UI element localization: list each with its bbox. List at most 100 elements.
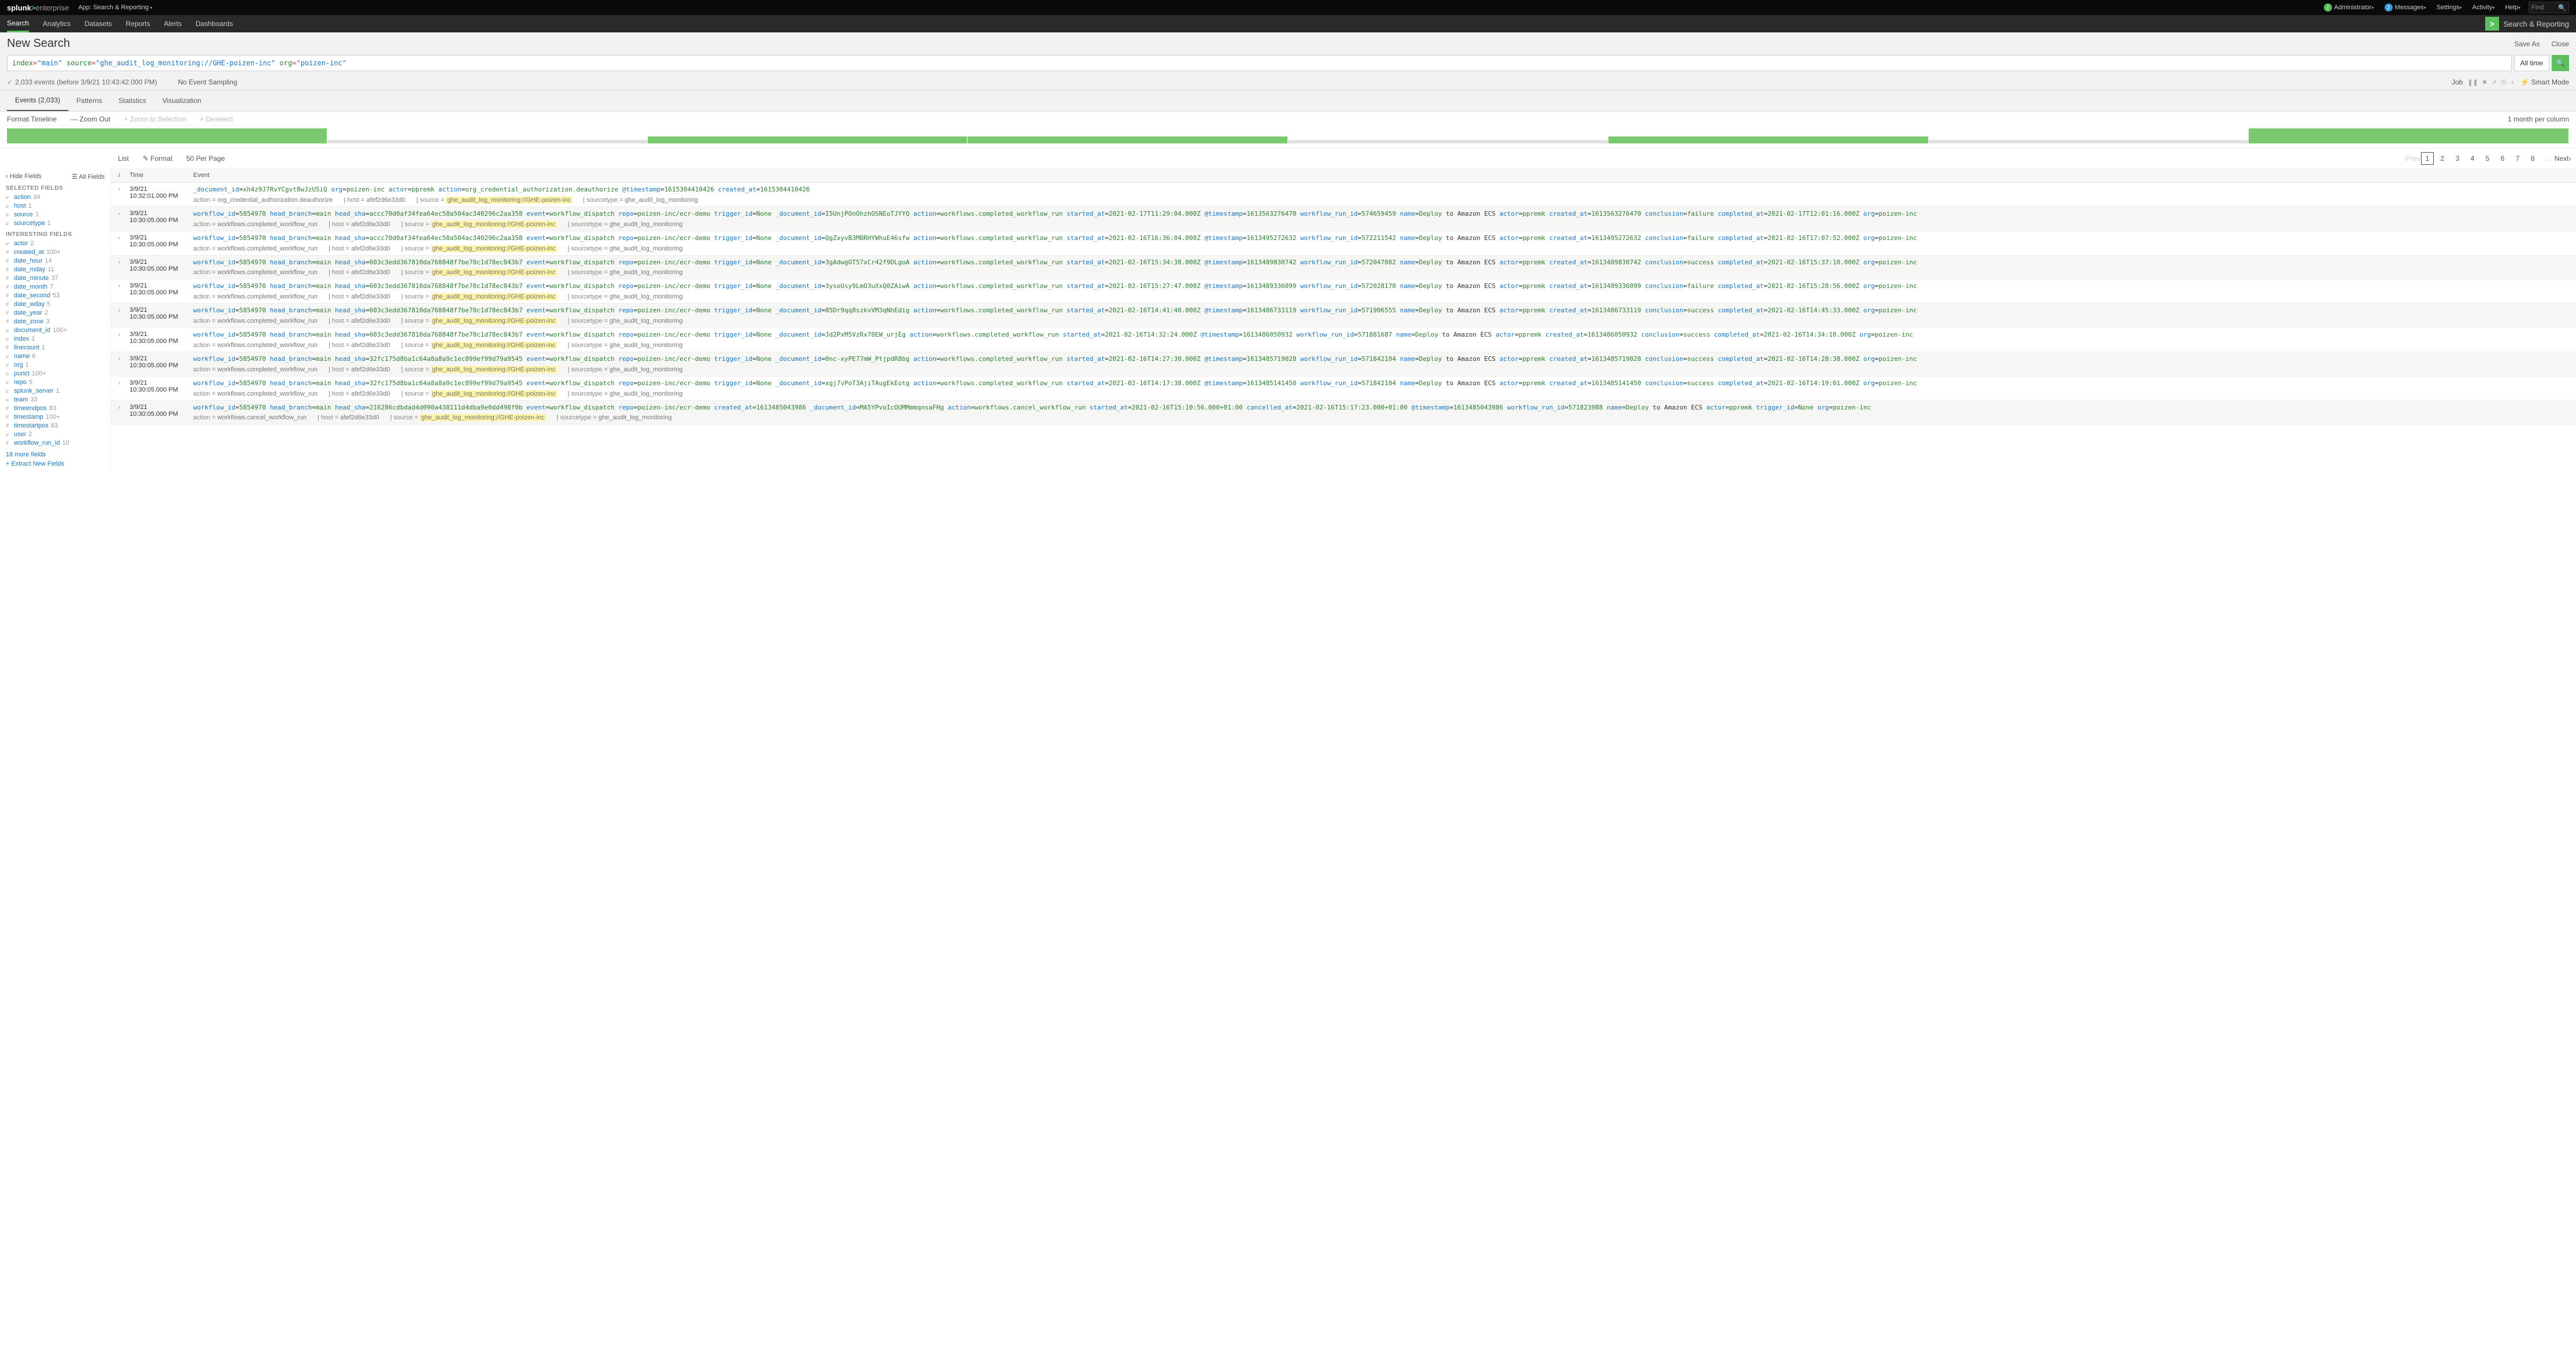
tag-action[interactable]: action = workflows.completed_workflow_ru… — [193, 293, 318, 300]
event-raw[interactable]: workflow_id=5854970 head_branch=main hea… — [193, 234, 2574, 243]
nav-tab-reports[interactable]: Reports — [126, 15, 150, 32]
tag-action[interactable]: action = workflows.cancel_workflow_run — [193, 414, 307, 421]
tag-sourcetype[interactable]: sourcetype = ghe_audit_log_monitoring — [571, 269, 682, 276]
zoom-out-button[interactable]: — Zoom Out — [71, 115, 110, 123]
more-fields-link[interactable]: 18 more fields — [6, 451, 105, 458]
field-team[interactable]: ateam33 — [6, 396, 105, 403]
timeline-bar[interactable] — [2249, 128, 2568, 143]
page-2[interactable]: 2 — [2436, 152, 2449, 165]
event-raw[interactable]: workflow_id=5854970 head_branch=main hea… — [193, 210, 2574, 219]
tag-source[interactable]: source = ghe_audit_log_monitoring://GHE-… — [394, 414, 546, 421]
job-dropdown[interactable]: Job — [2452, 78, 2463, 86]
field-sourcetype[interactable]: asourcetype1 — [6, 220, 105, 227]
tag-action[interactable]: action = workflows.completed_workflow_ru… — [193, 245, 318, 252]
expand-icon[interactable]: › — [111, 378, 127, 399]
tag-host[interactable]: host = afef2d6e33d0 — [332, 269, 390, 276]
pause-icon[interactable]: ❚❚ — [2467, 79, 2478, 86]
format-timeline-dropdown[interactable]: Format Timeline — [7, 115, 57, 123]
tag-sourcetype[interactable]: sourcetype = ghe_audit_log_monitoring — [571, 245, 682, 252]
field-linecount[interactable]: #linecount1 — [6, 344, 105, 351]
tag-host[interactable]: host = afef2d6e33d0 — [332, 293, 390, 300]
nav-tab-datasets[interactable]: Datasets — [84, 15, 112, 32]
timeline[interactable] — [0, 127, 2576, 149]
tag-source[interactable]: source = ghe_audit_log_monitoring://GHE-… — [405, 390, 557, 397]
expand-icon[interactable]: › — [111, 354, 127, 374]
field-date_hour[interactable]: #date_hour14 — [6, 257, 105, 264]
timeline-bar[interactable] — [7, 128, 327, 143]
tag-action[interactable]: action = workflows.completed_workflow_ru… — [193, 342, 318, 349]
tag-source[interactable]: source = ghe_audit_log_monitoring://GHE-… — [405, 269, 557, 276]
tab-patterns[interactable]: Patterns — [68, 91, 110, 110]
field-punct[interactable]: apunct100+ — [6, 370, 105, 377]
timeline-bar[interactable] — [1929, 140, 2249, 143]
expand-icon[interactable]: › — [111, 185, 127, 205]
tag-host[interactable]: host = afef2d6e33d0 — [332, 390, 390, 397]
expand-icon[interactable]: › — [111, 330, 127, 350]
timeline-bar[interactable] — [968, 136, 1287, 143]
app-selector[interactable]: App: Search & Reporting — [78, 4, 152, 11]
tag-sourcetype[interactable]: sourcetype = ghe_audit_log_monitoring — [560, 414, 672, 421]
export-icon[interactable]: ⤓ — [2511, 79, 2514, 86]
tag-source[interactable]: source = ghe_audit_log_monitoring://GHE-… — [405, 366, 557, 373]
field-date_minute[interactable]: #date_minute37 — [6, 275, 105, 282]
timeline-bar[interactable] — [648, 136, 968, 143]
field-workflow_run_id[interactable]: #workflow_run_id10 — [6, 440, 105, 447]
field-splunk_server[interactable]: asplunk_server1 — [6, 388, 105, 394]
event-raw[interactable]: workflow_id=5854970 head_branch=main hea… — [193, 307, 2574, 315]
nav-tab-analytics[interactable]: Analytics — [43, 15, 71, 32]
find-input[interactable]: Find🔍 — [2529, 2, 2569, 13]
tag-host[interactable]: host = afef2d6e33d0 — [347, 197, 405, 204]
administrator-menu[interactable]: iAdministrator — [2324, 3, 2374, 12]
field-timestartpos[interactable]: #timestartpos83 — [6, 422, 105, 429]
page-8[interactable]: 8 — [2526, 152, 2539, 165]
tag-host[interactable]: host = afef2d6e33d0 — [332, 318, 390, 324]
event-raw[interactable]: workflow_id=5854970 head_branch=main hea… — [193, 259, 2574, 267]
save-as-button[interactable]: Save As — [2514, 40, 2540, 48]
share-icon[interactable]: ↗ — [2491, 79, 2496, 86]
extract-fields-link[interactable]: + Extract New Fields — [6, 460, 105, 467]
field-date_month[interactable]: #date_month7 — [6, 283, 105, 290]
close-button[interactable]: Close — [2551, 40, 2569, 48]
tag-sourcetype[interactable]: sourcetype = ghe_audit_log_monitoring — [571, 390, 682, 397]
event-raw[interactable]: _document_id=xh4z9J7RvYCgvt8wJzUSiQ org=… — [193, 186, 2574, 194]
page-3[interactable]: 3 — [2451, 152, 2464, 165]
field-repo[interactable]: arepo5 — [6, 379, 105, 386]
nav-tab-search[interactable]: Search — [7, 15, 29, 32]
field-created_at[interactable]: #created_at100+ — [6, 249, 105, 256]
col-time[interactable]: Time — [127, 168, 191, 182]
per-page-dropdown[interactable]: 50 Per Page — [186, 154, 225, 163]
nav-tab-dashboards[interactable]: Dashboards — [195, 15, 233, 32]
tag-source[interactable]: source = ghe_audit_log_monitoring://GHE-… — [405, 293, 557, 300]
tag-source[interactable]: source = ghe_audit_log_monitoring://GHE-… — [405, 342, 557, 349]
timeline-bar[interactable] — [1608, 136, 1928, 143]
list-view-dropdown[interactable]: List — [118, 154, 129, 163]
tag-source[interactable]: source = ghe_audit_log_monitoring://GHE-… — [405, 318, 557, 324]
print-icon[interactable]: ⎙ — [2501, 79, 2507, 86]
tag-host[interactable]: host = afef2d6e33d0 — [332, 221, 390, 228]
event-raw[interactable]: workflow_id=5854970 head_branch=main hea… — [193, 331, 2574, 340]
search-input[interactable]: index="main" source="ghe_audit_log_monit… — [7, 55, 2512, 71]
page-1[interactable]: 1 — [2421, 152, 2434, 165]
event-raw[interactable]: workflow_id=5854970 head_branch=main hea… — [193, 379, 2574, 388]
tag-sourcetype[interactable]: sourcetype = ghe_audit_log_monitoring — [571, 221, 682, 228]
field-action[interactable]: aaction34 — [6, 194, 105, 201]
field-name[interactable]: aname6 — [6, 353, 105, 360]
field-date_second[interactable]: #date_second53 — [6, 292, 105, 299]
field-user[interactable]: auser2 — [6, 431, 105, 438]
tag-sourcetype[interactable]: sourcetype = ghe_audit_log_monitoring — [571, 342, 682, 349]
col-event[interactable]: Event — [191, 168, 2576, 182]
search-button[interactable]: 🔍 — [2552, 55, 2569, 71]
field-date_zone[interactable]: #date_zone3 — [6, 318, 105, 325]
hide-fields-button[interactable]: ‹ Hide Fields — [6, 173, 42, 180]
messages-menu[interactable]: 2Messages — [2385, 3, 2426, 12]
field-host[interactable]: ahost1 — [6, 202, 105, 209]
page-5[interactable]: 5 — [2481, 152, 2494, 165]
tag-action[interactable]: action = workflows.completed_workflow_ru… — [193, 318, 318, 324]
field-timestamp[interactable]: #timestamp100+ — [6, 414, 105, 420]
field-date_mday[interactable]: #date_mday11 — [6, 266, 105, 273]
field-timeendpos[interactable]: #timeendpos83 — [6, 405, 105, 412]
settings-menu[interactable]: Settings — [2437, 4, 2462, 11]
help-menu[interactable]: Help — [2505, 4, 2520, 11]
all-fields-button[interactable]: ☰ All Fields — [72, 173, 105, 180]
tag-host[interactable]: host = afef2d6e33d0 — [332, 245, 390, 252]
